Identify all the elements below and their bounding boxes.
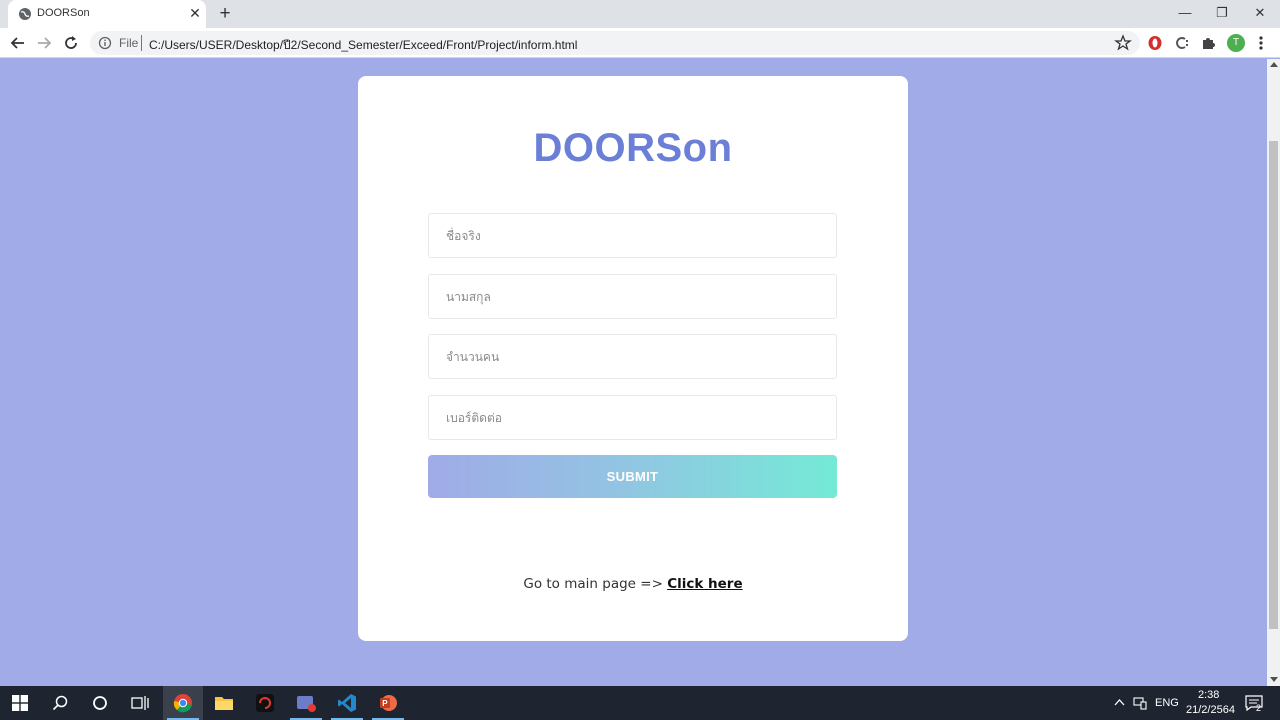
phone-field[interactable]: [428, 395, 837, 440]
globe-icon: [19, 8, 31, 20]
brand-title: DOORSon: [533, 126, 733, 170]
reload-icon[interactable]: [62, 34, 80, 52]
back-arrow-icon[interactable]: [9, 34, 27, 52]
vertical-scrollbar[interactable]: [1267, 59, 1280, 686]
chevron-up-icon[interactable]: [1114, 698, 1125, 706]
tab-close-icon[interactable]: ✕: [188, 6, 202, 20]
scheme-label: File: [119, 36, 139, 50]
windows-start-icon: [12, 695, 28, 711]
search-icon: [52, 695, 68, 711]
taskbar-game-app[interactable]: [245, 686, 285, 720]
start-button[interactable]: [0, 686, 40, 720]
footer-prefix: Go to main page =>: [523, 576, 668, 592]
new-tab-button[interactable]: +: [216, 4, 234, 23]
taskbar-chrome[interactable]: [163, 686, 203, 720]
forward-arrow-icon[interactable]: [35, 34, 53, 52]
taskbar-screen-recorder[interactable]: [286, 686, 326, 720]
form-card: DOORSon SUBMIT Go to main page => Click …: [358, 76, 908, 641]
clock-time[interactable]: 2:38: [1198, 689, 1219, 701]
screen-recorder-icon: [297, 696, 316, 712]
profile-avatar[interactable]: T: [1227, 34, 1245, 52]
first-name-field[interactable]: [428, 213, 837, 258]
svg-text:P: P: [382, 699, 388, 708]
clock-date[interactable]: 21/2/2564: [1186, 704, 1235, 716]
click-here-link[interactable]: Click here: [667, 576, 742, 592]
language-indicator[interactable]: ENG: [1155, 697, 1179, 709]
taskbar-vscode[interactable]: [327, 686, 367, 720]
notification-count: 2: [1256, 703, 1262, 713]
extension-c-icon[interactable]: [1174, 35, 1190, 51]
close-window-button[interactable]: ✕: [1250, 3, 1270, 23]
game-app-icon: [256, 694, 274, 712]
tab-title: DOORSon: [37, 7, 90, 19]
divider: [141, 35, 142, 51]
tab-strip: DOORSon ✕ + — ❐ ✕: [0, 0, 1280, 28]
browser-toolbar: File C:/Users/USER/Desktop/ปี2/Second_Se…: [0, 28, 1280, 58]
vscode-icon: [338, 694, 356, 712]
browser-tab[interactable]: DOORSon ✕: [8, 0, 206, 28]
address-bar[interactable]: File C:/Users/USER/Desktop/ปี2/Second_Se…: [90, 31, 1140, 55]
network-icon[interactable]: [1133, 696, 1147, 710]
submit-button[interactable]: SUBMIT: [428, 455, 837, 498]
scroll-up-arrow-icon[interactable]: [1270, 62, 1278, 67]
page-viewport: DOORSon SUBMIT Go to main page => Click …: [0, 59, 1267, 686]
taskbar-task-view[interactable]: [120, 686, 160, 720]
people-count-field[interactable]: [428, 334, 837, 379]
scroll-down-arrow-icon[interactable]: [1270, 677, 1278, 682]
taskbar-search[interactable]: [40, 686, 80, 720]
opera-extension-icon[interactable]: [1147, 35, 1163, 51]
taskbar-file-explorer[interactable]: [204, 686, 244, 720]
taskbar-powerpoint[interactable]: P: [368, 686, 408, 720]
info-icon[interactable]: [98, 36, 112, 50]
scroll-thumb[interactable]: [1269, 141, 1278, 629]
bookmark-star-icon[interactable]: [1114, 34, 1132, 52]
taskbar: P ENG 2:38 21/2/2564 2: [0, 686, 1280, 720]
minimize-button[interactable]: —: [1175, 3, 1195, 23]
menu-dots-icon[interactable]: [1254, 34, 1268, 52]
last-name-field[interactable]: [428, 274, 837, 319]
task-view-icon: [131, 696, 149, 710]
taskbar-cortana[interactable]: [80, 686, 120, 720]
cortana-icon: [93, 696, 107, 710]
restore-button[interactable]: ❐: [1212, 3, 1232, 23]
powerpoint-icon: P: [380, 695, 397, 711]
file-explorer-icon: [215, 697, 233, 710]
extensions-puzzle-icon[interactable]: [1200, 35, 1216, 51]
footer-text: Go to main page => Click here: [358, 576, 908, 592]
url-text[interactable]: C:/Users/USER/Desktop/ปี2/Second_Semeste…: [149, 36, 577, 55]
chrome-icon: [173, 694, 192, 713]
